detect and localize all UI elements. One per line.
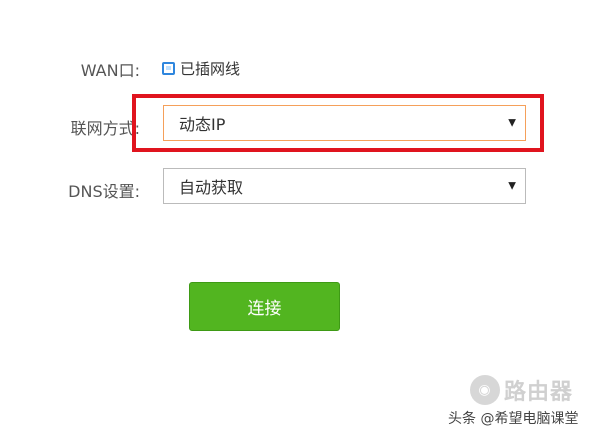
ethernet-port-icon [162, 62, 175, 75]
router-logo-icon: ◉ [470, 375, 500, 405]
dns-value: 自动获取 [179, 178, 244, 197]
connection-mode-label: 联网方式: [70, 119, 140, 138]
credit-watermark: 头条 @希望电脑课堂 [448, 411, 579, 427]
router-watermark-text: 路由器 [504, 380, 574, 405]
highlight-box [132, 94, 544, 152]
dns-select[interactable]: 自动获取 ▼ [163, 168, 526, 204]
wan-status-text: 已插网线 [180, 60, 241, 78]
wan-status: 已插网线 [162, 58, 240, 79]
wan-label: WAN口: [80, 61, 140, 80]
dropdown-arrow-icon: ▼ [508, 180, 516, 192]
connect-button[interactable]: 连接 [189, 282, 340, 331]
dns-label: DNS设置: [68, 182, 140, 201]
router-watermark: ◉ 路由器 [470, 374, 573, 406]
